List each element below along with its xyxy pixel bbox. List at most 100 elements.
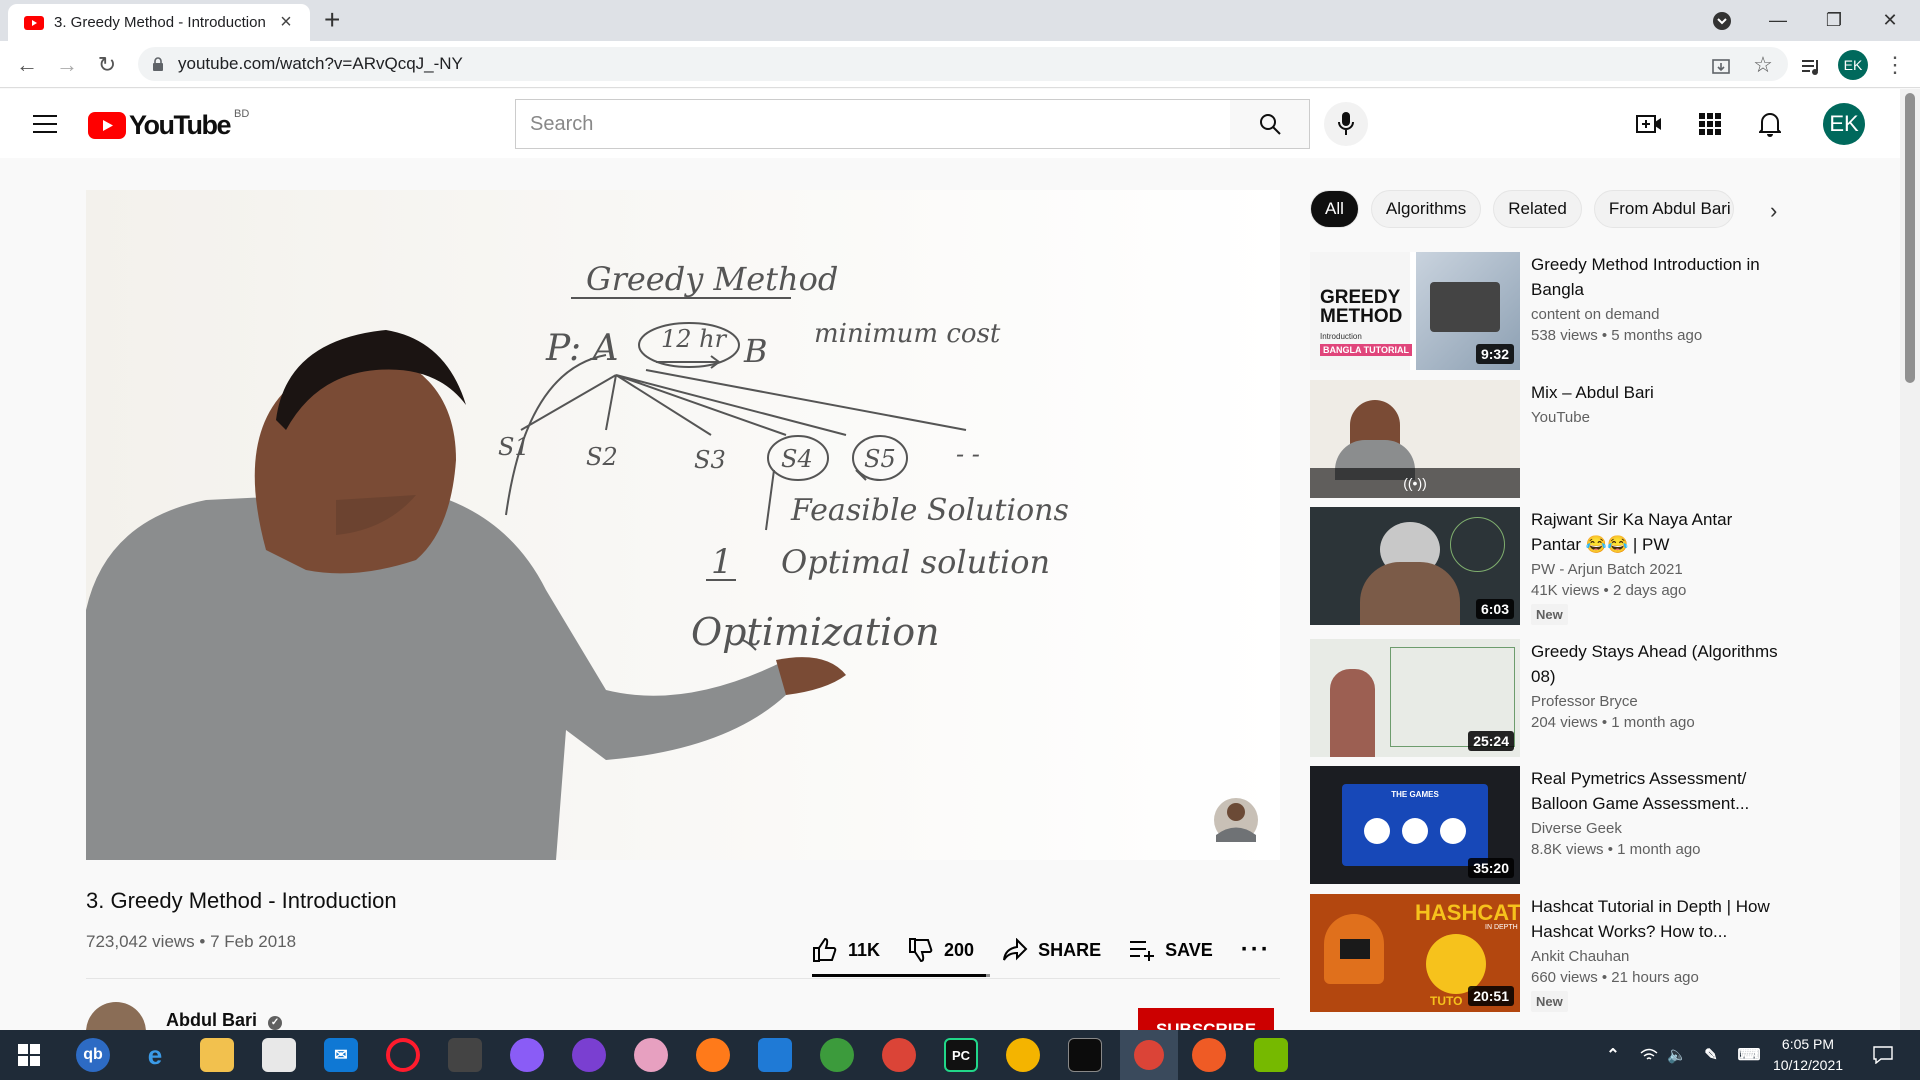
- new-tab-button[interactable]: +: [324, 6, 340, 34]
- recommendation-channel[interactable]: YouTube: [1531, 409, 1781, 426]
- notifications-bell-icon[interactable]: [1755, 109, 1785, 139]
- pen-icon[interactable]: ✎: [1694, 1038, 1728, 1072]
- board-feasible: Feasible Solutions: [790, 493, 1069, 528]
- subscribe-button[interactable]: SUBSCRIBE: [1138, 1008, 1274, 1030]
- postman-icon[interactable]: [1192, 1038, 1226, 1072]
- recommendation-item[interactable]: HASHCAT IN DEPTH TUTO 20:51 Hashcat Tuto…: [1310, 894, 1780, 1012]
- thumbnail[interactable]: 6:03: [1310, 507, 1520, 625]
- pycharm-icon[interactable]: PC: [944, 1038, 978, 1072]
- browser-menu-icon[interactable]: ⋮: [1880, 51, 1910, 79]
- more-actions-icon[interactable]: ···: [1241, 936, 1271, 964]
- thumbnail[interactable]: HASHCAT IN DEPTH TUTO 20:51: [1310, 894, 1520, 1012]
- earth-icon[interactable]: [820, 1038, 854, 1072]
- profile-avatar[interactable]: EK: [1838, 50, 1868, 80]
- recommendation-title[interactable]: Hashcat Tutorial in Depth | How Hashcat …: [1531, 894, 1781, 944]
- messenger-icon[interactable]: [510, 1038, 544, 1072]
- recommendation-title[interactable]: Rajwant Sir Ka Naya Antar Pantar 😂😂 | PW: [1531, 507, 1781, 557]
- recommendation-channel[interactable]: PW - Arjun Batch 2021: [1531, 561, 1781, 578]
- recommendation-title[interactable]: Real Pymetrics Assessment/ Balloon Game …: [1531, 766, 1781, 816]
- qbittorrent-icon[interactable]: qb: [76, 1038, 110, 1072]
- recommendation-item[interactable]: ((•)) Mix – Abdul Bari YouTube: [1310, 380, 1780, 498]
- recommendation-title[interactable]: Greedy Method Introduction in Bangla: [1531, 252, 1781, 302]
- system-clock[interactable]: 6:05 PM 10/12/2021: [1768, 1034, 1848, 1076]
- install-app-icon[interactable]: [1706, 53, 1736, 81]
- channel-avatar[interactable]: [86, 1002, 146, 1030]
- voice-search-button[interactable]: [1324, 102, 1368, 146]
- thumbnail[interactable]: GREEDY METHOD Introduction BANGLA TUTORI…: [1310, 252, 1520, 370]
- chrome-icon[interactable]: [1006, 1038, 1040, 1072]
- like-button[interactable]: 11K: [812, 937, 880, 963]
- windows-start-icon[interactable]: [12, 1038, 46, 1072]
- chip-all[interactable]: All: [1310, 190, 1359, 228]
- channel-name[interactable]: Abdul Bari ✓: [166, 1010, 283, 1030]
- thumbnail[interactable]: THE GAMES 35:20: [1310, 766, 1520, 884]
- youtube-logo[interactable]: YouTube BD: [88, 108, 249, 141]
- save-button[interactable]: SAVE: [1129, 939, 1213, 961]
- minimize-button[interactable]: —: [1750, 0, 1806, 41]
- back-button[interactable]: ←: [12, 51, 42, 79]
- github-desktop-icon[interactable]: [572, 1038, 606, 1072]
- recommendation-item[interactable]: 25:24 Greedy Stays Ahead (Algorithms 08)…: [1310, 639, 1780, 757]
- chip-algorithms[interactable]: Algorithms: [1370, 190, 1482, 228]
- restore-button[interactable]: ❐: [1806, 0, 1862, 41]
- recommendation-item[interactable]: THE GAMES 35:20 Real Pymetrics Assessmen…: [1310, 766, 1780, 884]
- dislike-button[interactable]: 200: [908, 937, 974, 963]
- reload-button[interactable]: ↻: [92, 51, 122, 79]
- thumb-subtext: IN DEPTH: [1485, 924, 1518, 931]
- firefox-icon[interactable]: [696, 1038, 730, 1072]
- paint-icon[interactable]: [634, 1038, 668, 1072]
- close-window-button[interactable]: ✕: [1862, 0, 1918, 41]
- notifications-icon[interactable]: [1866, 1038, 1900, 1072]
- nvidia-icon[interactable]: [1254, 1038, 1288, 1072]
- hamburger-menu-icon[interactable]: [30, 109, 60, 139]
- search-button[interactable]: [1230, 99, 1310, 149]
- chip-related[interactable]: Related: [1493, 190, 1582, 228]
- recommendation-meta: 204 views • 1 month ago: [1531, 714, 1695, 731]
- vscode-icon[interactable]: [758, 1038, 792, 1072]
- thumbnail[interactable]: ((•)): [1310, 380, 1520, 498]
- recommendation-channel[interactable]: Diverse Geek: [1531, 820, 1781, 837]
- media-control-icon[interactable]: [1796, 53, 1826, 81]
- opera-icon[interactable]: [386, 1038, 420, 1072]
- lock-icon[interactable]: [152, 57, 164, 71]
- terminal-icon[interactable]: [1068, 1038, 1102, 1072]
- edge-icon[interactable]: e: [138, 1038, 172, 1072]
- mail-icon[interactable]: ✉: [324, 1038, 358, 1072]
- store-icon[interactable]: [262, 1038, 296, 1072]
- chrome-active-taskbar-item[interactable]: [1120, 1030, 1178, 1080]
- scrollbar-thumb[interactable]: [1905, 93, 1915, 383]
- recommendation-item[interactable]: GREEDY METHOD Introduction BANGLA TUTORI…: [1310, 252, 1780, 370]
- thumbnail[interactable]: 25:24: [1310, 639, 1520, 757]
- bookmark-star-icon[interactable]: ☆: [1748, 51, 1778, 79]
- chip-from-abdul-bari[interactable]: From Abdul Bari: [1593, 190, 1734, 228]
- apps-grid-icon[interactable]: [1695, 109, 1725, 139]
- recommendation-title[interactable]: Greedy Stays Ahead (Algorithms 08): [1531, 639, 1781, 689]
- recommendation-channel[interactable]: Ankit Chauhan: [1531, 948, 1781, 965]
- chevron-right-icon[interactable]: ›: [1770, 198, 1777, 224]
- board-s2: S2: [586, 443, 618, 471]
- share-button[interactable]: SHARE: [1002, 938, 1101, 962]
- create-video-icon[interactable]: [1634, 109, 1664, 139]
- forward-button[interactable]: →: [52, 51, 82, 79]
- volume-icon[interactable]: 🔈: [1660, 1038, 1694, 1072]
- video-player[interactable]: Greedy Method P: A 12 hr B minimum cost …: [86, 190, 1280, 860]
- tab-search-button[interactable]: [1694, 0, 1750, 41]
- tray-chevron-up-icon[interactable]: ⌃: [1596, 1038, 1630, 1072]
- file-explorer-icon[interactable]: [200, 1038, 234, 1072]
- chrome-profile-icon[interactable]: [882, 1038, 916, 1072]
- close-tab-icon[interactable]: ×: [276, 11, 296, 34]
- recommendation-channel[interactable]: content on demand: [1531, 306, 1781, 323]
- page-scrollbar[interactable]: [1900, 89, 1920, 1030]
- browser-tab[interactable]: 3. Greedy Method - Introduction ×: [8, 4, 310, 41]
- recommendation-meta: 538 views • 5 months ago: [1531, 327, 1703, 344]
- account-avatar[interactable]: EK: [1823, 103, 1865, 145]
- board-optimization: Optimization: [691, 610, 940, 654]
- recommendation-title[interactable]: Mix – Abdul Bari: [1531, 380, 1781, 405]
- inkscape-icon[interactable]: [448, 1038, 482, 1072]
- search-input[interactable]: Search: [515, 99, 1231, 149]
- recommendation-channel[interactable]: Professor Bryce: [1531, 693, 1781, 710]
- recommendation-item[interactable]: 6:03 Rajwant Sir Ka Naya Antar Pantar 😂😂…: [1310, 507, 1780, 625]
- dislike-count: 200: [944, 939, 975, 960]
- keyboard-icon[interactable]: ⌨: [1732, 1038, 1766, 1072]
- address-bar[interactable]: youtube.com/watch?v=ARvQcqJ_-NY: [138, 47, 1788, 81]
